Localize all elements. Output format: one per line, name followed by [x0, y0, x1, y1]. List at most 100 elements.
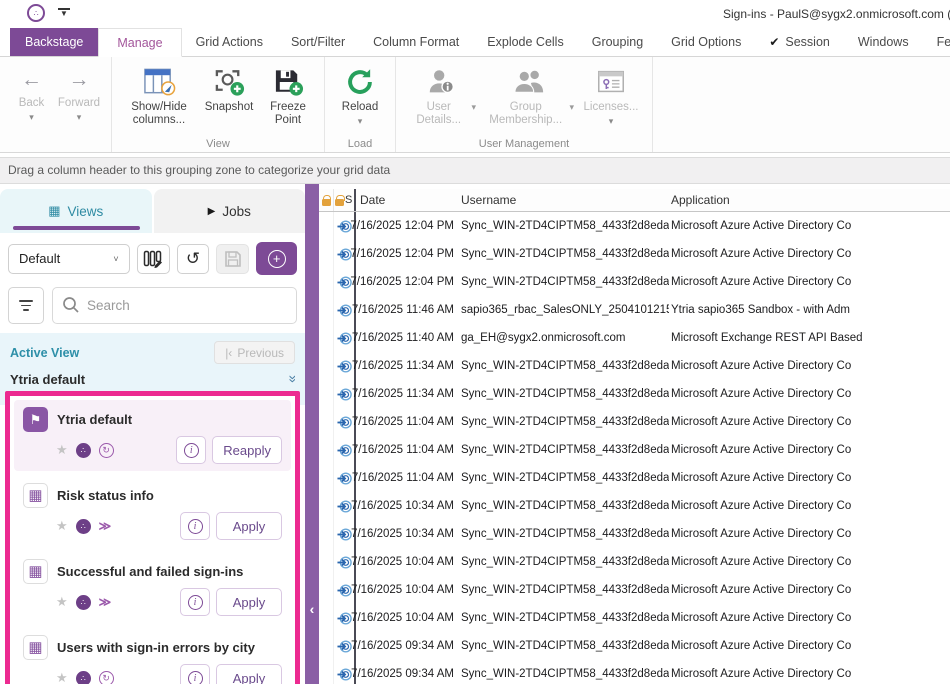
- group-membership-icon: [513, 65, 545, 99]
- search-icon: [62, 296, 80, 314]
- column-header-username[interactable]: Username: [459, 189, 669, 211]
- jobs-play-icon: ▶: [208, 206, 216, 217]
- ribbon-tab[interactable]: ✔Column Format: [359, 28, 473, 56]
- reset-view-button[interactable]: ↺: [177, 244, 210, 274]
- cell-date: 7/16/2025 11:34 AM: [354, 380, 459, 408]
- favorite-star-icon[interactable]: ★: [56, 442, 68, 458]
- filter-button[interactable]: [8, 287, 44, 324]
- table-row[interactable]: 7/16/2025 11:04 AM Sync_WIN-2TD4CIPTM58_…: [319, 408, 950, 436]
- ytria-badge-icon: ∴: [76, 671, 91, 684]
- ribbon-tab[interactable]: ✔Manage: [98, 28, 181, 57]
- table-row[interactable]: 7/16/2025 10:34 AM Sync_WIN-2TD4CIPTM58_…: [319, 492, 950, 520]
- window-title: Sign-ins - PaulS@sygx2.onmicrosoft.com (…: [723, 7, 950, 21]
- column-header-status[interactable]: S: [334, 189, 354, 211]
- table-row[interactable]: 7/16/2025 09:34 AM Sync_WIN-2TD4CIPTM58_…: [319, 632, 950, 660]
- user-details-button[interactable]: User Details...▾: [404, 63, 480, 129]
- reload-icon: [344, 65, 376, 99]
- table-row[interactable]: 7/16/2025 11:46 AM sapio365_rbac_SalesON…: [319, 296, 950, 324]
- table-row[interactable]: 7/16/2025 10:34 AM Sync_WIN-2TD4CIPTM58_…: [319, 520, 950, 548]
- sign-in-icon: [337, 583, 352, 598]
- forward-button[interactable]: → Forward ▾: [55, 63, 103, 125]
- show-hide-columns-button[interactable]: Show/Hide columns...: [120, 63, 198, 129]
- grouping-zone[interactable]: Drag a column header to this grouping zo…: [0, 157, 950, 184]
- save-view-button[interactable]: [216, 244, 249, 274]
- forward-arrow-icon: →: [69, 65, 90, 95]
- ribbon-tab[interactable]: ✔Feedback: [923, 28, 950, 56]
- apply-view-button[interactable]: Reapply: [212, 436, 282, 464]
- tab-views[interactable]: ▦Views: [0, 189, 152, 233]
- tab-jobs[interactable]: ▶Jobs: [154, 189, 306, 233]
- table-row[interactable]: 7/16/2025 11:04 AM Sync_WIN-2TD4CIPTM58_…: [319, 464, 950, 492]
- table-row[interactable]: 7/16/2025 12:04 PM Sync_WIN-2TD4CIPTM58_…: [319, 268, 950, 296]
- filter-icon: [19, 300, 33, 302]
- ribbon-tab[interactable]: ✔Backstage: [10, 28, 98, 56]
- ribbon-tab[interactable]: ✔Explode Cells: [473, 28, 577, 56]
- edit-columns-button[interactable]: [137, 244, 170, 274]
- sync-badge-icon: ↻: [99, 443, 114, 458]
- cell-username: Sync_WIN-2TD4CIPTM58_4433f2d8eda8@syg: [459, 584, 669, 596]
- ribbon-tabbar: ✔Backstage ✔Manage ✔Grid Actions ✔Sort/F…: [0, 28, 950, 57]
- back-button[interactable]: ← Back ▾: [8, 63, 55, 125]
- plus-circle-icon: +: [268, 250, 286, 268]
- cell-application: Microsoft Azure Active Directory Co: [669, 500, 950, 512]
- apply-view-button[interactable]: Apply: [216, 588, 282, 616]
- apply-view-button[interactable]: Apply: [216, 664, 282, 684]
- snapshot-button[interactable]: Snapshot: [198, 63, 260, 116]
- reload-button[interactable]: Reload ▾: [333, 63, 387, 129]
- cell-application: Microsoft Azure Active Directory Co: [669, 360, 950, 372]
- view-info-button[interactable]: i: [180, 588, 210, 616]
- view-card[interactable]: ⚑▦ Risk status info ★ ∴ ↻ ≫ i Apply: [14, 476, 291, 547]
- table-row[interactable]: 7/16/2025 11:04 AM Sync_WIN-2TD4CIPTM58_…: [319, 436, 950, 464]
- ribbon-tab[interactable]: ✔Windows: [844, 28, 923, 56]
- table-row[interactable]: 7/16/2025 12:04 PM Sync_WIN-2TD4CIPTM58_…: [319, 240, 950, 268]
- add-view-button[interactable]: +: [256, 242, 297, 275]
- cell-application: Microsoft Azure Active Directory Co: [669, 416, 950, 428]
- column-header-application[interactable]: Application: [669, 189, 950, 211]
- collapse-chevrons-icon[interactable]: «: [283, 375, 299, 383]
- cell-username: Sync_WIN-2TD4CIPTM58_4433f2d8eda8@syg: [459, 444, 669, 456]
- cell-username: Sync_WIN-2TD4CIPTM58_4433f2d8eda8@syg: [459, 472, 669, 484]
- table-row[interactable]: 7/16/2025 09:34 AM Sync_WIN-2TD4CIPTM58_…: [319, 660, 950, 684]
- ribbon-tab[interactable]: ✔Grouping: [578, 28, 657, 56]
- view-card[interactable]: ⚑▦ Users with sign-in errors by city ★ ∴…: [14, 628, 291, 684]
- panel-splitter[interactable]: ‹: [305, 184, 319, 684]
- table-row[interactable]: 7/16/2025 10:04 AM Sync_WIN-2TD4CIPTM58_…: [319, 576, 950, 604]
- table-row[interactable]: 7/16/2025 10:04 AM Sync_WIN-2TD4CIPTM58_…: [319, 604, 950, 632]
- view-info-button[interactable]: i: [176, 436, 206, 464]
- previous-view-button[interactable]: |‹Previous: [214, 341, 295, 364]
- ribbon-tab[interactable]: ✔Grid Actions: [182, 28, 277, 56]
- group-membership-button[interactable]: Group Membership...▾: [480, 63, 578, 129]
- ribbon-tab[interactable]: ✔Sort/Filter: [277, 28, 359, 56]
- save-icon: [224, 250, 242, 268]
- cell-application: Microsoft Azure Active Directory Co: [669, 276, 950, 288]
- favorite-star-icon[interactable]: ★: [56, 518, 68, 534]
- favorite-star-icon[interactable]: ★: [56, 670, 68, 684]
- view-card[interactable]: ⚑▦ Successful and failed sign-ins ★ ∴ ↻ …: [14, 552, 291, 623]
- table-row[interactable]: 7/16/2025 11:34 AM Sync_WIN-2TD4CIPTM58_…: [319, 352, 950, 380]
- ribbon-tab[interactable]: ✔Grid Options: [657, 28, 755, 56]
- view-info-button[interactable]: i: [180, 664, 210, 684]
- search-input[interactable]: [52, 287, 297, 324]
- view-info-button[interactable]: i: [180, 512, 210, 540]
- dropdown-arrow-icon: ▾: [569, 102, 574, 113]
- apply-view-button[interactable]: Apply: [216, 512, 282, 540]
- app-window: ∴ ▼ Sign-ins - PaulS@sygx2.onmicrosoft.c…: [0, 0, 950, 684]
- table-row[interactable]: 7/16/2025 12:04 PM Sync_WIN-2TD4CIPTM58_…: [319, 212, 950, 240]
- column-header-lock[interactable]: [319, 189, 334, 211]
- table-row[interactable]: 7/16/2025 11:34 AM Sync_WIN-2TD4CIPTM58_…: [319, 380, 950, 408]
- view-card[interactable]: ⚑▦ Ytria default ★ ∴ ↻ ≫ i Reapply: [14, 400, 291, 471]
- table-row[interactable]: 7/16/2025 11:40 AM ga_EH@sygx2.onmicroso…: [319, 324, 950, 352]
- table-row[interactable]: 7/16/2025 10:04 AM Sync_WIN-2TD4CIPTM58_…: [319, 548, 950, 576]
- cell-date: 7/16/2025 10:04 AM: [354, 604, 459, 632]
- collapse-panel-icon[interactable]: ‹: [305, 596, 319, 622]
- freeze-point-button[interactable]: Freeze Point: [260, 63, 316, 129]
- favorite-star-icon[interactable]: ★: [56, 594, 68, 610]
- quick-access-menu-icon[interactable]: ▼: [58, 8, 70, 17]
- view-preset-dropdown[interactable]: Default˅: [8, 244, 130, 274]
- ribbon-tab[interactable]: ✔Session: [755, 28, 844, 56]
- licenses-button[interactable]: Licenses... ▾: [578, 63, 644, 129]
- shared-arrows-icon: ≫: [99, 595, 111, 609]
- column-header-date[interactable]: Date: [354, 189, 459, 211]
- cell-application: Microsoft Azure Active Directory Co: [669, 556, 950, 568]
- ytria-logo-icon: ∴: [27, 4, 45, 22]
